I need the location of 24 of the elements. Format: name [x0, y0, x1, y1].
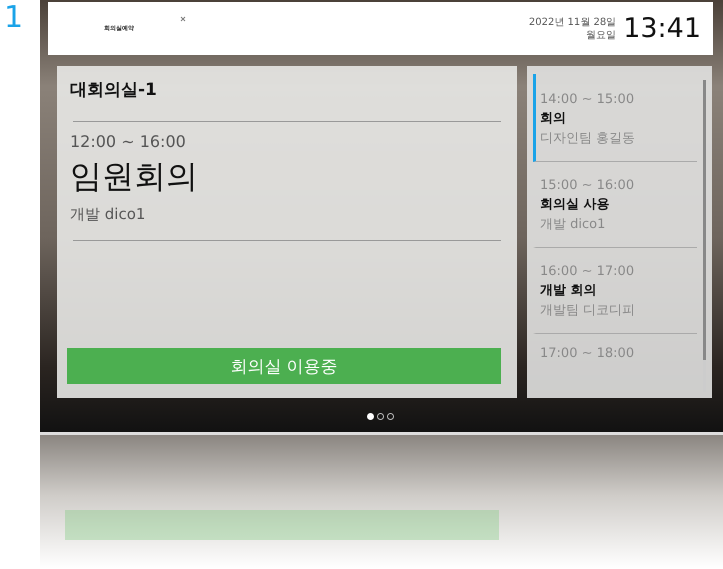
meeting-organizer: 개발 dico1 — [69, 205, 146, 224]
room-name: 대회의실-1 — [69, 79, 158, 101]
meeting-time: 12:00 ~ 16:00 — [69, 132, 187, 151]
page-dot[interactable] — [387, 413, 394, 420]
schedule-time: 16:00 ~ 17:00 — [540, 264, 636, 279]
slide-number: 1 — [3, 0, 24, 36]
weekday-text: 월요일 — [586, 28, 616, 42]
schedule-organizer: 개발 dico1 — [540, 216, 606, 233]
schedule-organizer: 디자인팀 홍길동 — [540, 130, 636, 147]
schedule-time: 14:00 ~ 15:00 — [540, 92, 636, 107]
schedule-title: 개발 회의 — [540, 282, 598, 299]
meeting-title: 임원회의 — [69, 156, 199, 197]
date-text: 2022년 11월 28일 — [528, 16, 616, 28]
schedule-time: 17:00 ~ 18:00 — [540, 346, 636, 361]
close-icon[interactable] — [180, 16, 186, 22]
schedule-time: 15:00 ~ 16:00 — [540, 178, 636, 193]
schedule-title: 회의 — [540, 110, 567, 127]
page-dot[interactable] — [377, 413, 384, 420]
schedule-item[interactable]: 15:00 ~ 16:00 회의실 사용 개발 dico1 — [533, 162, 697, 248]
schedule-item[interactable]: 14:00 ~ 15:00 회의 디자인팀 홍길동 — [533, 74, 697, 162]
schedule-title: 회의실 사용 — [540, 196, 611, 213]
clock-text: 13:41 — [623, 13, 701, 44]
schedule-item[interactable]: 16:00 ~ 17:00 개발 회의 개발팀 디코디피 — [533, 248, 697, 334]
schedule-organizer: 개발팀 디코디피 — [540, 302, 636, 319]
